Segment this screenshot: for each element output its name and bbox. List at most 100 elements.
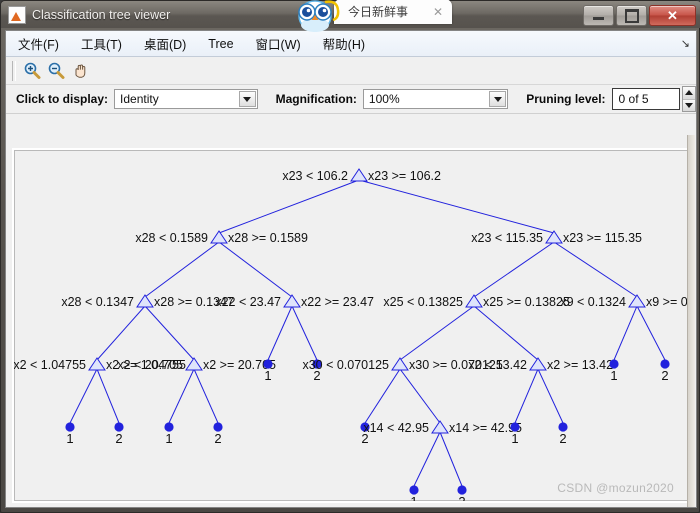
client-area: 文件(F) 工具(T) 桌面(D) Tree 窗口(W) 帮助(H) ↘ Cli…: [5, 30, 697, 508]
magnification-label: Magnification:: [275, 92, 357, 106]
tree-edge: [267, 305, 293, 361]
pruning-level-increment[interactable]: [683, 87, 695, 100]
tree-branch-node[interactable]: [136, 294, 154, 308]
tree-branch-node[interactable]: [545, 230, 563, 244]
classification-tree-graphic: x23 < 106.2 x23 >= 106.2 x28 < 0.1589 x28 >…: [14, 168, 688, 501]
menu-item-window[interactable]: 窗口(W): [256, 34, 301, 53]
pruning-level-label: Pruning level:: [526, 92, 606, 106]
tree-node-left-label: x28 < 0.1347: [61, 295, 134, 309]
tree-edge: [96, 368, 120, 424]
tree-branch-node[interactable]: [431, 420, 449, 434]
tree-edge: [413, 431, 441, 487]
browser-tab-label: 今日新鲜事: [348, 5, 409, 19]
minimize-button[interactable]: [583, 5, 614, 26]
tree-node-left-label: x25 < 0.13825: [383, 295, 463, 309]
tree-edge: [364, 368, 401, 424]
tree-edge: [291, 305, 318, 361]
tree-node-right-label: x25 >= 0.13825: [483, 295, 570, 309]
tree-node-left-label: x2 < 13.42: [468, 358, 527, 372]
matlab-figure-icon: [8, 5, 26, 24]
tree-edge: [439, 431, 463, 487]
menu-item-tree-label: Tree: [208, 36, 234, 51]
browser-tab-close-icon[interactable]: ✕: [433, 5, 443, 19]
zoom-in-button[interactable]: [20, 60, 43, 82]
tree-branch-node[interactable]: [628, 294, 646, 308]
tree-node-left-label: x9 < 0.1324: [560, 295, 626, 309]
tree-leaf-label: 1: [165, 431, 172, 446]
resize-corner-icon: ↘: [680, 38, 690, 50]
tree-edge: [399, 368, 441, 424]
tree-leaf-label: 1: [511, 431, 518, 446]
tree-branch-node[interactable]: [529, 357, 547, 371]
tree-edge: [144, 241, 220, 298]
tree-node-right-label: x2 >= 13.42: [547, 358, 613, 372]
pruning-level-stepper[interactable]: [682, 86, 696, 112]
tree-leaf-label: 1: [264, 368, 271, 383]
tree-leaf-label: 2: [559, 431, 566, 446]
tree-branch-node[interactable]: [465, 294, 483, 308]
tree-branch-node[interactable]: [283, 294, 301, 308]
chevron-down-icon[interactable]: [489, 91, 507, 107]
menu-bar: 文件(F) 工具(T) 桌面(D) Tree 窗口(W) 帮助(H) ↘: [6, 31, 696, 57]
tree-branch-node[interactable]: [350, 168, 368, 182]
tree-edge: [96, 305, 146, 361]
click-to-display-value: Identity: [120, 92, 159, 106]
tree-edge: [218, 241, 293, 298]
close-button[interactable]: ✕: [649, 5, 696, 26]
tree-leaf-label: 2: [115, 431, 122, 446]
menu-item-tools[interactable]: 工具(T): [81, 34, 122, 53]
vertical-scrollbar[interactable]: [687, 135, 695, 507]
pan-button[interactable]: [68, 60, 91, 82]
menu-item-window-label: 窗口(W): [255, 38, 301, 52]
click-to-display-select[interactable]: Identity: [114, 89, 258, 109]
tree-plot-canvas[interactable]: x23 < 106.2 x23 >= 106.2 x28 < 0.1589 x28 >…: [12, 148, 690, 503]
zoom-out-button[interactable]: [44, 60, 67, 82]
browser-tab-overlay[interactable]: 今日新鲜事 ✕: [334, 0, 452, 24]
tree-branch-node[interactable]: [185, 357, 203, 371]
pruning-level-decrement[interactable]: [683, 99, 695, 111]
application-window: Classification tree viewer ✕ 今日新鲜事 ✕ 文件(…: [0, 0, 700, 513]
tree-branch-node[interactable]: [210, 230, 228, 244]
tree-node-right-label: x23 >= 115.35: [563, 231, 642, 245]
tree-node-right-label: x28 >= 0.1589: [228, 231, 308, 245]
chevron-down-icon[interactable]: [238, 91, 256, 107]
minimize-icon: [593, 17, 604, 20]
tree-leaf-label: 1: [66, 431, 73, 446]
tree-branch-node[interactable]: [88, 357, 106, 371]
menu-item-desktop-label: 桌面(D): [143, 38, 187, 52]
tree-nodes: x23 < 106.2 x23 >= 106.2 x28 < 0.1589 x28 >…: [14, 168, 688, 501]
tree-edge: [636, 305, 666, 361]
menu-item-tools-label: 工具(T): [80, 38, 122, 52]
tree-node-left-label: x28 < 0.1589: [135, 231, 208, 245]
tree-branch-node[interactable]: [391, 357, 409, 371]
tree-node-left-label: x2 < 1.04755: [14, 358, 86, 372]
magnification-select[interactable]: 100%: [362, 89, 509, 109]
tree-edge: [613, 305, 638, 361]
tree-edge: [537, 368, 564, 424]
tree-edge: [168, 368, 195, 424]
menu-item-desktop[interactable]: 桌面(D): [144, 34, 186, 53]
menu-item-file-label: 文件(F): [18, 38, 59, 52]
tree-edge: [473, 305, 539, 361]
tree-edge: [514, 368, 539, 424]
tree-leaf-label: 2: [214, 431, 221, 446]
tree-leaf-label: 2: [458, 494, 465, 501]
tree-edge: [69, 368, 98, 424]
tree-node-right-label: x23 >= 106.2: [368, 169, 441, 183]
tree-edge: [218, 179, 360, 234]
window-title: Classification tree viewer: [32, 7, 171, 22]
tree-node-left-label: x23 < 115.35: [471, 231, 543, 245]
tree-node-left-label: x2 < 20.705: [117, 358, 183, 372]
window-button-group: ✕: [583, 5, 696, 26]
tree-edge: [193, 368, 219, 424]
maximize-button[interactable]: [616, 5, 647, 26]
toolbar-separator: [12, 60, 16, 81]
tree-node-left-label: x23 < 106.2: [282, 169, 348, 183]
magnification-value: 100%: [368, 92, 400, 106]
control-strip: Click to display: Identity Magnification…: [6, 85, 696, 114]
menu-item-help[interactable]: 帮助(H): [323, 34, 365, 53]
menu-item-file[interactable]: 文件(F): [18, 34, 59, 53]
menu-item-tree[interactable]: Tree: [208, 37, 233, 51]
tree-edge: [358, 179, 555, 234]
pruning-level-field[interactable]: 0 of 5: [611, 88, 681, 110]
